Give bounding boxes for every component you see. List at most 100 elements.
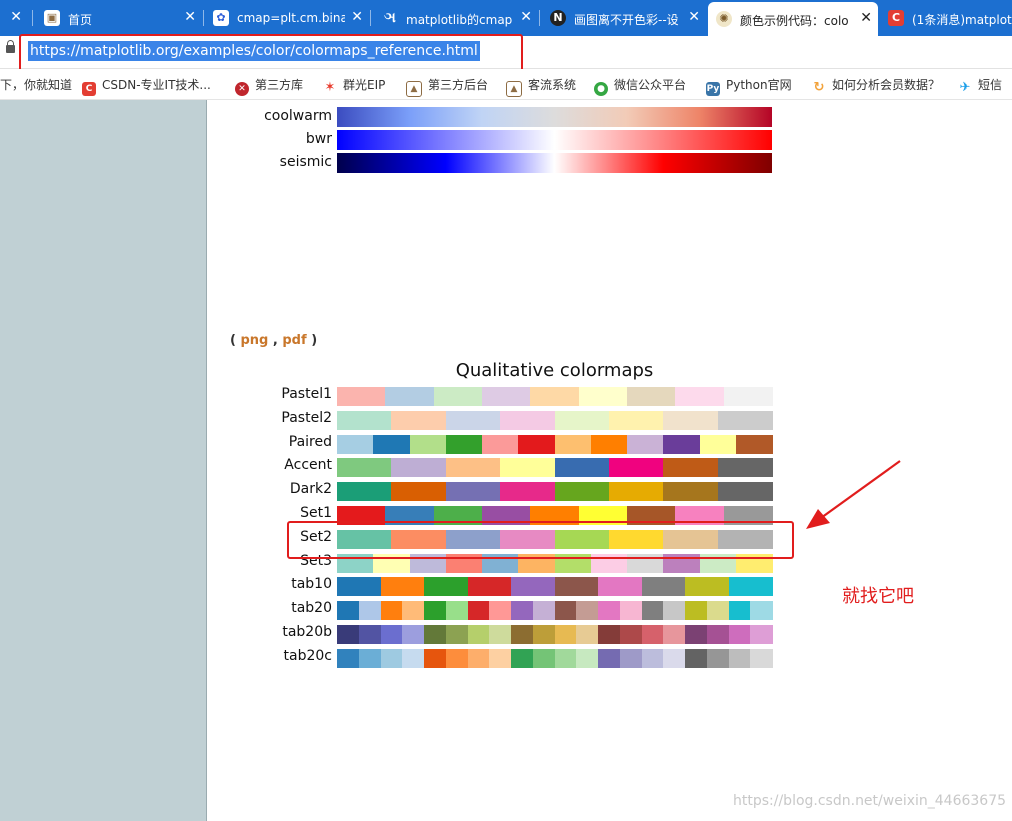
color-swatch [424,577,469,597]
color-swatch [576,648,599,668]
close-icon[interactable]: ✕ [10,9,22,25]
color-swatch [532,625,556,644]
tab-color-article[interactable]: N 画图离不开色彩--设 ✕ [542,4,706,32]
color-swatch [728,601,751,621]
paren-close: ) [311,333,318,348]
close-icon[interactable]: ✕ [520,9,532,25]
color-swatch [608,482,664,502]
color-swatch [641,601,664,621]
lock-icon [6,40,15,53]
baidu-paw-icon: ✿ [213,10,229,26]
color-swatch [685,601,708,621]
bookmark-item[interactable]: ✶ 群光EIP [323,76,385,95]
color-swatch [576,601,599,621]
bookmark-item[interactable]: ✈ 短信 [958,76,1002,95]
color-swatch [511,625,534,644]
color-swatch [663,410,719,430]
bookmark-label: 短信 [978,78,1003,92]
color-swatch [532,648,556,668]
bookmark-item[interactable]: ● 微信公众平台 [594,76,686,96]
color-swatch [578,387,628,406]
close-icon[interactable]: ✕ [184,9,196,25]
bookmark-label: 第三方后台 [428,78,489,92]
color-swatch [358,625,382,644]
color-swatch [337,648,360,668]
bookmark-label: 第三方库 [255,78,304,92]
color-swatch [608,458,664,478]
color-swatch [663,601,686,621]
colormap-bar [337,625,773,644]
color-swatch [402,648,425,668]
bookmark-label: CSDN-专业IT技术... [102,78,211,92]
bookmark-item[interactable]: ▲ 客流系统 [506,76,576,97]
colormap-label: bwr [305,131,332,147]
tab-csdn-messages[interactable]: C (1条消息)matplotli [880,4,1012,32]
color-swatch [373,434,411,454]
annotation-text: 就找它吧 [842,586,914,607]
color-swatch [735,434,773,454]
tab-matplotlib-cmap[interactable]: ઞ matplotlib的cmap ✕ [374,4,538,32]
tab-home[interactable]: ▣ 首页 ✕ [36,4,202,32]
close-icon[interactable]: ✕ [351,9,363,25]
color-swatch [554,482,610,502]
tab-title: 首页 [68,13,93,27]
bookmark-item[interactable]: Py Python官网 [706,76,792,96]
bookmark-item[interactable]: ✕ 第三方库 [235,76,303,96]
color-swatch [750,648,773,668]
color-swatch [663,434,701,454]
paren-open: ( [230,333,236,348]
picture-icon: ▲ [506,81,522,97]
close-icon[interactable]: ✕ [860,10,872,26]
color-swatch [717,458,773,478]
color-swatch [685,625,708,644]
bookmark-item[interactable]: ▲ 第三方后台 [406,76,488,97]
color-swatch [409,434,447,454]
color-swatch [590,434,628,454]
tab-title: 颜色示例代码：colo [740,14,849,28]
color-swatch [518,434,556,454]
png-link[interactable]: png [240,333,268,348]
refresh-icon: ↻ [812,80,826,95]
colormap-bar [337,458,773,478]
color-swatch [402,601,425,621]
color-swatch [467,601,490,621]
bird-icon: ✈ [958,80,972,95]
color-swatch [728,577,773,597]
color-swatch [598,577,643,597]
color-swatch [358,648,382,668]
bookmark-item[interactable]: C CSDN-专业IT技术... [82,76,211,96]
pdf-link[interactable]: pdf [282,333,306,348]
bookmark-item[interactable]: 下，你就知道 [0,76,72,93]
color-swatch [675,387,725,406]
colormap-label: Paired [288,433,332,450]
bookmark-label: 如何分析会员数据？ [832,78,941,92]
colormap-label: Pastel1 [281,386,332,402]
color-swatch [663,482,719,502]
color-swatch [554,458,610,478]
colormap-label: Pastel2 [281,409,332,426]
url-highlight-box [19,34,523,72]
bookmark-item[interactable]: ↻ 如何分析会员数据？ [812,76,940,95]
tab-cmap-binary[interactable]: ✿ cmap=plt.cm.bina ✕ [205,4,369,32]
color-swatch [337,410,392,430]
color-swatch [482,387,531,406]
tab-strip: ✕ ▣ 首页 ✕ ✿ cmap=plt.cm.bina ✕ ઞ matplotl… [0,0,1012,36]
tab-partial[interactable]: ✕ [0,4,30,32]
color-swatch [337,387,386,406]
color-swatch [511,577,556,597]
color-swatch [424,601,447,621]
color-swatch [424,648,447,668]
csdn-icon: C [888,10,904,26]
close-icon[interactable]: ✕ [688,9,700,25]
color-swatch [750,601,773,621]
color-swatch [380,577,425,597]
color-swatch [706,601,730,621]
color-swatch [554,625,577,644]
colormap-label: Accent [284,457,332,474]
csdn-icon: C [82,82,96,96]
watermark: https://blog.csdn.net/weixin_44663675 [733,793,1007,809]
color-swatch [402,625,425,644]
color-swatch [337,601,360,621]
tab-colormaps-reference[interactable]: ✺ 颜色示例代码：colo ✕ [708,2,878,36]
huawei-icon: ✶ [323,80,337,95]
